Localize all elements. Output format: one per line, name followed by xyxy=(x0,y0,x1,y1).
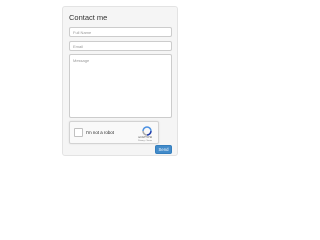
form-title: Contact me xyxy=(69,13,108,22)
message-textarea[interactable] xyxy=(69,54,172,118)
recaptcha-logo-icon xyxy=(142,126,152,136)
full-name-input[interactable] xyxy=(69,27,172,37)
recaptcha-widget: I'm not a robot reCAPTCHA Privacy - Term… xyxy=(69,121,159,144)
recaptcha-checkbox[interactable] xyxy=(74,128,83,137)
recaptcha-links[interactable]: Privacy - Terms xyxy=(132,140,158,142)
contact-form-panel: Contact me I'm not a robot reCAPTCHA Pri… xyxy=(62,6,178,156)
send-button[interactable]: Send xyxy=(155,145,172,154)
email-input[interactable] xyxy=(69,41,172,51)
recaptcha-label: I'm not a robot xyxy=(86,130,114,135)
